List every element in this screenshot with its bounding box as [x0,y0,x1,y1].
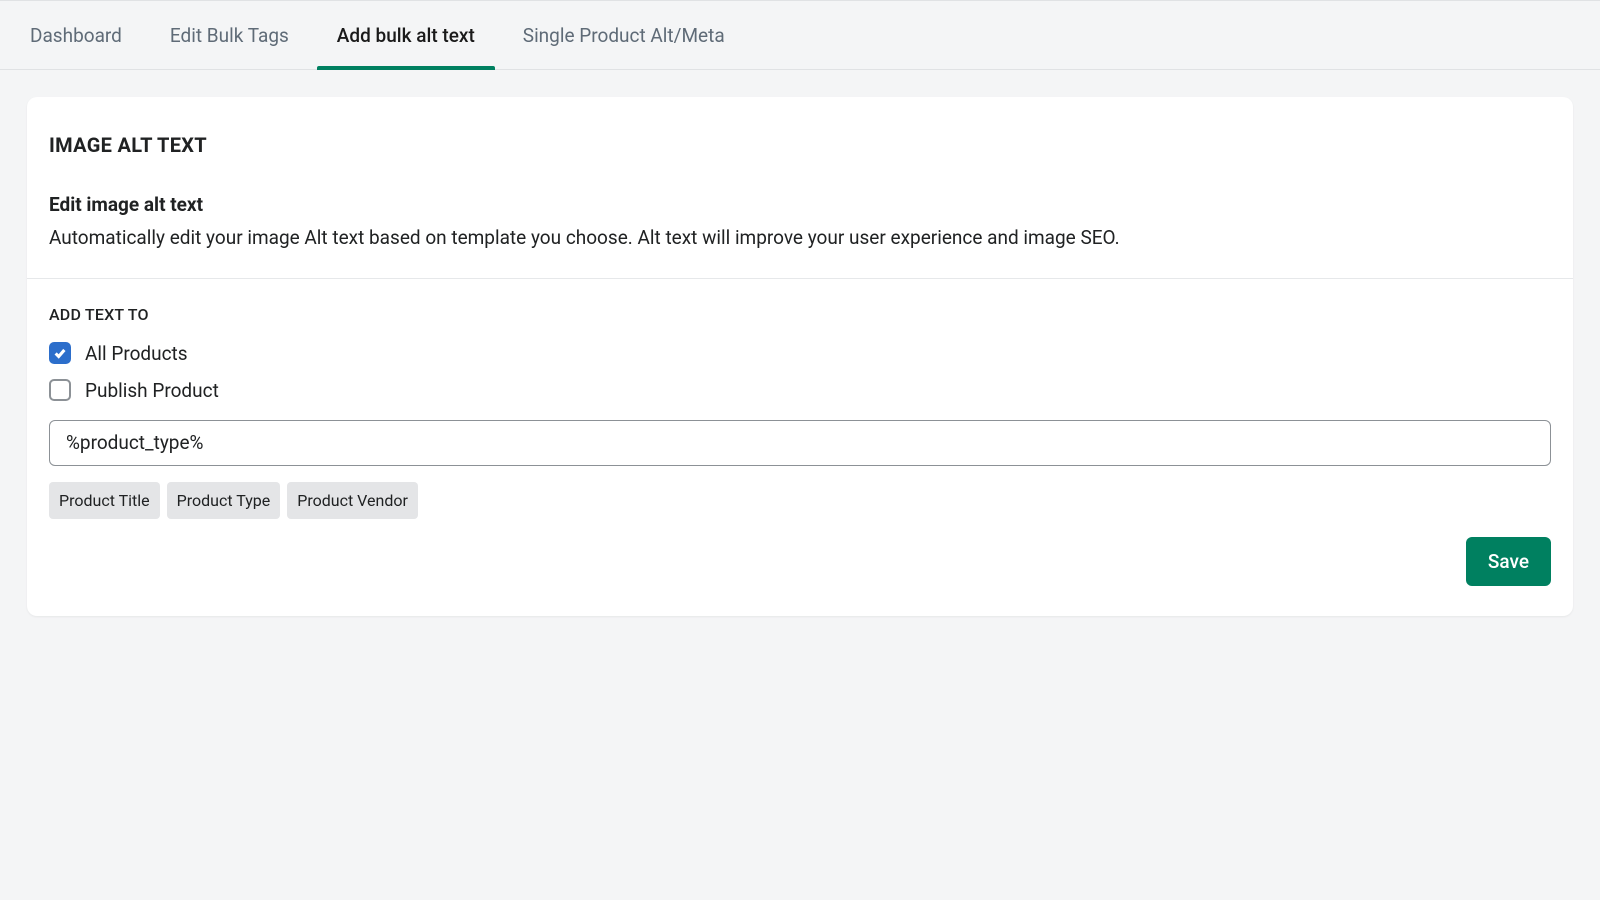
image-alt-text-card: IMAGE ALT TEXT Edit image alt text Autom… [27,97,1573,616]
token-product-vendor[interactable]: Product Vendor [287,482,418,519]
tab-edit-bulk-tags[interactable]: Edit Bulk Tags [170,1,289,69]
card-title: IMAGE ALT TEXT [49,133,1551,157]
tab-dashboard[interactable]: Dashboard [30,1,122,69]
actions-row: Save [49,537,1551,586]
alt-text-template-input[interactable] [49,420,1551,466]
tabs-bar: Dashboard Edit Bulk Tags Add bulk alt te… [0,0,1600,70]
checkbox-all-products[interactable]: All Products [49,342,1551,365]
checkbox-label: All Products [85,342,188,365]
checkbox-icon-unchecked [49,379,71,401]
token-product-title[interactable]: Product Title [49,482,160,519]
checkbox-publish-product[interactable]: Publish Product [49,379,1551,402]
card-description: Automatically edit your image Alt text b… [49,224,1551,252]
card-subtitle: Edit image alt text [49,193,1551,216]
add-text-to-label: ADD TEXT TO [49,305,1551,324]
token-product-type[interactable]: Product Type [167,482,281,519]
tab-single-product-alt-meta[interactable]: Single Product Alt/Meta [523,1,725,69]
card-body: ADD TEXT TO All Products Publish Product… [27,279,1573,616]
tab-add-bulk-alt-text[interactable]: Add bulk alt text [337,1,475,69]
token-row: Product Title Product Type Product Vendo… [49,482,1551,519]
card-header: IMAGE ALT TEXT Edit image alt text Autom… [27,97,1573,279]
save-button[interactable]: Save [1466,537,1551,586]
checkbox-label: Publish Product [85,379,219,402]
checkbox-icon-checked [49,342,71,364]
